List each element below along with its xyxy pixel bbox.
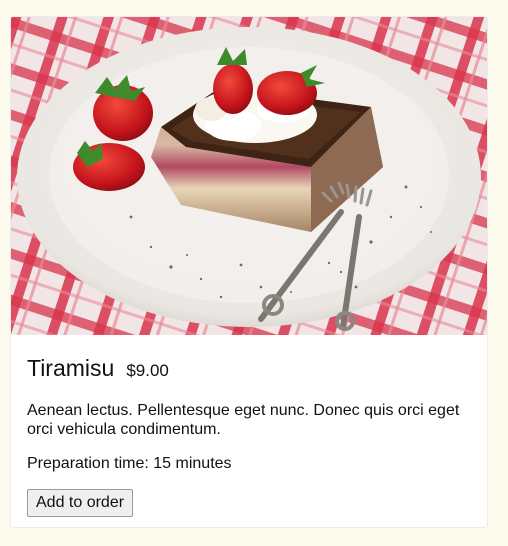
menu-item-card: Tiramisu $9.00 Aenean lectus. Pellentesq… xyxy=(10,16,488,528)
preparation-time: Preparation time: 15 minutes xyxy=(27,455,232,472)
card-body: Tiramisu $9.00 Aenean lectus. Pellentesq… xyxy=(27,335,473,517)
title-row: Tiramisu $9.00 xyxy=(27,355,473,387)
dish-price: $9.00 xyxy=(126,361,169,380)
dish-photo xyxy=(11,17,487,335)
add-to-order-button[interactable]: Add to order xyxy=(27,489,134,517)
dish-name: Tiramisu xyxy=(27,355,115,381)
dish-description: Aenean lectus. Pellentesque eget nunc. D… xyxy=(27,402,460,438)
